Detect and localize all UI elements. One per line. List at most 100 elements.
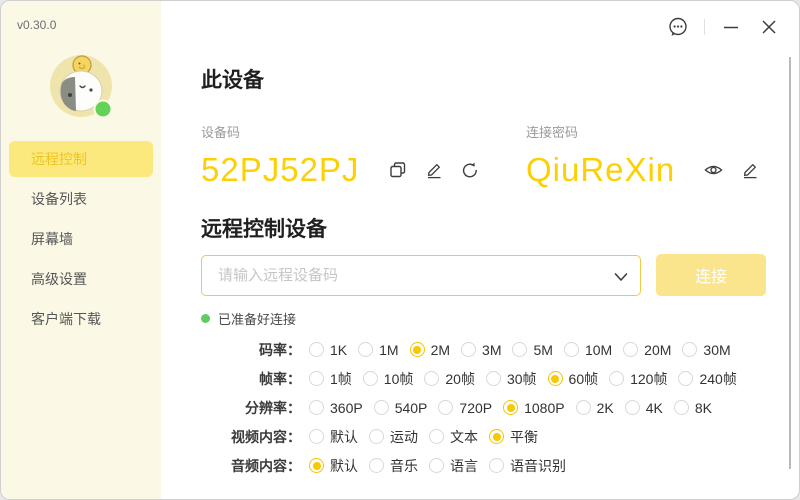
radio-option[interactable]: 语言 bbox=[429, 456, 478, 476]
sidebar-item-remote-control[interactable]: 远程控制 bbox=[9, 141, 153, 177]
setting-row-bitrate: 码率： 1K 1M 2M 3M 5M 10M 20M 30M bbox=[201, 335, 799, 364]
radio-option-label: 3M bbox=[482, 342, 501, 358]
this-device-title: 此设备 bbox=[201, 67, 799, 95]
radio-icon bbox=[564, 342, 579, 357]
radio-option[interactable]: 语音识别 bbox=[489, 456, 566, 476]
radio-option-label: 1K bbox=[330, 342, 347, 358]
sidebar-item-advanced-settings[interactable]: 高级设置 bbox=[9, 261, 153, 297]
edit-icon[interactable] bbox=[423, 160, 444, 181]
radio-option[interactable]: 20帧 bbox=[424, 369, 475, 389]
radio-option[interactable]: 平衡 bbox=[489, 427, 538, 447]
radio-option[interactable]: 音乐 bbox=[369, 456, 418, 476]
radio-option[interactable]: 30M bbox=[682, 342, 730, 358]
radio-icon bbox=[548, 371, 563, 386]
setting-row-label: 分辨率： bbox=[201, 398, 301, 418]
radio-option[interactable]: 20M bbox=[623, 342, 671, 358]
radio-option[interactable]: 240帧 bbox=[678, 369, 736, 389]
radio-option[interactable]: 1M bbox=[358, 342, 398, 358]
radio-icon bbox=[369, 458, 384, 473]
radio-option[interactable]: 30帧 bbox=[486, 369, 537, 389]
radio-option-label: 默认 bbox=[330, 456, 358, 476]
radio-option[interactable]: 10M bbox=[564, 342, 612, 358]
radio-option[interactable]: 360P bbox=[309, 400, 363, 416]
radio-option-label: 540P bbox=[395, 400, 428, 416]
setting-options: 1K 1M 2M 3M 5M 10M 20M 30M bbox=[301, 342, 731, 358]
radio-option-label: 360P bbox=[330, 400, 363, 416]
setting-row-framerate: 帧率： 1帧 10帧 20帧 30帧 60帧 120帧 240帧 bbox=[201, 364, 799, 393]
radio-icon bbox=[429, 429, 444, 444]
radio-option[interactable]: 540P bbox=[374, 400, 428, 416]
radio-option-label: 默认 bbox=[330, 427, 358, 447]
radio-icon bbox=[609, 371, 624, 386]
radio-option[interactable]: 5M bbox=[512, 342, 552, 358]
refresh-icon[interactable] bbox=[459, 160, 480, 181]
eye-icon[interactable] bbox=[703, 160, 724, 181]
vertical-scrollbar[interactable] bbox=[789, 57, 791, 469]
connection-status: 已准备好连接 bbox=[201, 309, 799, 328]
radio-icon bbox=[489, 429, 504, 444]
radio-option[interactable]: 2K bbox=[576, 400, 614, 416]
radio-option[interactable]: 运动 bbox=[369, 427, 418, 447]
setting-row-video-content: 视频内容： 默认 运动 文本 平衡 bbox=[201, 422, 799, 451]
sidebar-menu: 远程控制设备列表屏幕墙高级设置客户端下载 bbox=[1, 141, 161, 337]
radio-option-label: 2K bbox=[597, 400, 614, 416]
radio-icon bbox=[623, 342, 638, 357]
radio-option-label: 2M bbox=[431, 342, 450, 358]
radio-option[interactable]: 2M bbox=[410, 342, 450, 358]
radio-option-label: 60帧 bbox=[569, 369, 599, 389]
radio-option-label: 运动 bbox=[390, 427, 418, 447]
password-value: QiuReXin bbox=[526, 150, 675, 190]
radio-icon bbox=[682, 342, 697, 357]
edit-icon[interactable] bbox=[739, 160, 760, 181]
connect-row: 连接 bbox=[201, 254, 799, 296]
radio-icon bbox=[363, 371, 378, 386]
radio-icon bbox=[438, 400, 453, 415]
sidebar-item-label: 远程控制 bbox=[31, 151, 87, 167]
radio-option[interactable]: 1K bbox=[309, 342, 347, 358]
radio-option-label: 10帧 bbox=[384, 369, 414, 389]
radio-icon bbox=[424, 371, 439, 386]
radio-option-label: 5M bbox=[533, 342, 552, 358]
main-panel: 此设备 设备码 52PJ52PJ bbox=[161, 1, 799, 499]
sidebar: v0.30.0 远程控制设备列表屏幕墙高级设置客户端下载 bbox=[1, 1, 161, 499]
sidebar-item-label: 高级设置 bbox=[31, 271, 87, 287]
radio-option-label: 10M bbox=[585, 342, 612, 358]
radio-option[interactable]: 1帧 bbox=[309, 369, 352, 389]
radio-option-label: 30帧 bbox=[507, 369, 537, 389]
setting-options: 1帧 10帧 20帧 30帧 60帧 120帧 240帧 bbox=[301, 369, 737, 389]
setting-row-label: 帧率： bbox=[201, 369, 301, 389]
radio-option[interactable]: 3M bbox=[461, 342, 501, 358]
setting-options: 默认 运动 文本 平衡 bbox=[301, 427, 538, 447]
sidebar-item-device-list[interactable]: 设备列表 bbox=[9, 181, 153, 217]
radio-option[interactable]: 默认 bbox=[309, 427, 358, 447]
remote-control-title: 远程控制设备 bbox=[201, 216, 799, 244]
radio-option[interactable]: 10帧 bbox=[363, 369, 414, 389]
radio-option[interactable]: 60帧 bbox=[548, 369, 599, 389]
device-code-label: 设备码 bbox=[201, 125, 526, 141]
radio-icon bbox=[461, 342, 476, 357]
copy-icon[interactable] bbox=[387, 160, 408, 181]
sidebar-item-label: 设备列表 bbox=[31, 191, 87, 207]
radio-option-label: 平衡 bbox=[510, 427, 538, 447]
radio-option-label: 语音识别 bbox=[510, 456, 566, 476]
remote-code-input[interactable] bbox=[201, 255, 641, 296]
sidebar-item-screen-wall[interactable]: 屏幕墙 bbox=[9, 221, 153, 257]
connect-button[interactable]: 连接 bbox=[656, 254, 766, 296]
radio-option[interactable]: 文本 bbox=[429, 427, 478, 447]
radio-icon bbox=[486, 371, 501, 386]
radio-icon bbox=[309, 342, 324, 357]
radio-option[interactable]: 720P bbox=[438, 400, 492, 416]
radio-icon bbox=[503, 400, 518, 415]
radio-option-label: 240帧 bbox=[699, 369, 736, 389]
chevron-down-icon[interactable] bbox=[614, 269, 628, 287]
radio-option[interactable]: 1080P bbox=[503, 400, 564, 416]
avatar[interactable] bbox=[49, 53, 113, 119]
radio-option[interactable]: 默认 bbox=[309, 456, 358, 476]
radio-option[interactable]: 4K bbox=[625, 400, 663, 416]
sidebar-item-client-download[interactable]: 客户端下载 bbox=[9, 301, 153, 337]
status-text: 已准备好连接 bbox=[218, 309, 296, 328]
app-version: v0.30.0 bbox=[1, 1, 161, 32]
radio-option[interactable]: 120帧 bbox=[609, 369, 667, 389]
radio-icon bbox=[309, 458, 324, 473]
radio-option[interactable]: 8K bbox=[674, 400, 712, 416]
